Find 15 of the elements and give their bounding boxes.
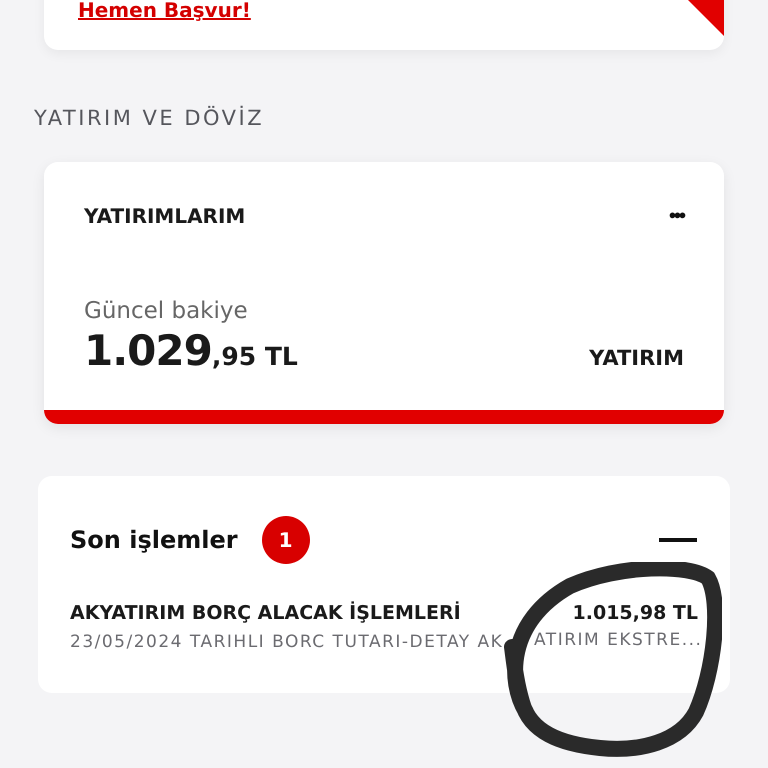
balance-amount: 1.029 [84, 326, 212, 375]
investments-card[interactable]: YATIRIMLARIM ••• Güncel bakiye 1.029,95 TL YATIRIM [44, 162, 724, 424]
recent-title: Son işlemler [70, 526, 238, 554]
apply-now-link[interactable]: Hemen Başvur! [78, 0, 251, 20]
card-title: YATIRIMLARIM [84, 204, 246, 228]
transaction-name: AKYATIRIM BORÇ ALACAK İŞLEMLERİ [70, 602, 461, 624]
count-badge: 1 [262, 516, 310, 564]
transaction-description: 23/05/2024 TARIHLI BORC TUTARI-DETAY AK [70, 632, 504, 652]
more-menu-button[interactable]: ••• [668, 204, 684, 228]
category-label: YATIRIM [589, 346, 684, 370]
section-title: YATIRIM VE DÖVİZ [34, 106, 266, 130]
balance-decimals: ,95 TL [212, 342, 298, 371]
transaction-description: ATIRIM EKSTRE... [534, 630, 702, 650]
transaction-amount: 1.015,98 TL [572, 602, 698, 624]
balance-label: Güncel bakiye [84, 298, 249, 324]
